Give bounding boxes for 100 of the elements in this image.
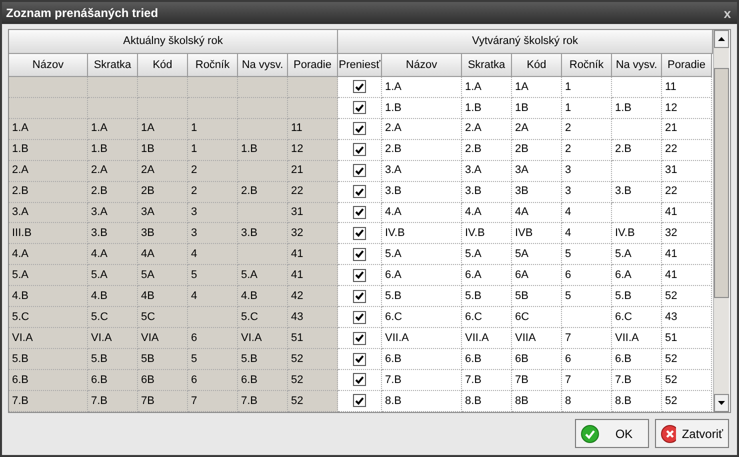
column-header[interactable]: Preniesť — [338, 54, 382, 77]
table-cell — [612, 76, 662, 98]
table-cell: 11 — [288, 118, 338, 140]
checkbox[interactable] — [353, 206, 366, 219]
column-header[interactable]: Skratka — [462, 54, 512, 77]
table-cell: 2.A — [462, 118, 512, 140]
table-cell: 5B — [512, 286, 562, 308]
table-cell: 52 — [288, 390, 338, 412]
scroll-up-button[interactable] — [714, 30, 729, 48]
table-cell: 6.A — [612, 265, 662, 286]
table-cell: 2.B — [612, 140, 662, 161]
table-cell: 31 — [662, 160, 712, 182]
checkbox[interactable] — [353, 290, 366, 303]
table-cell: 5 — [188, 349, 238, 370]
table-cell: III.B — [9, 223, 88, 244]
table-cell: VII.A — [462, 328, 512, 350]
table-cell: 2.B — [238, 182, 288, 202]
scroll-down-button[interactable] — [714, 394, 729, 412]
table-cell: 1B — [512, 98, 562, 119]
column-header[interactable]: Na vysv. — [238, 54, 288, 77]
table-cell: 52 — [662, 390, 712, 412]
table-cell: 3.A — [9, 202, 88, 224]
column-header[interactable]: Názov — [382, 54, 462, 77]
column-header[interactable]: Ročník — [562, 54, 612, 77]
table-cell: 1.A — [382, 76, 462, 98]
table-cell: 41 — [288, 265, 338, 286]
scroll-thumb[interactable] — [714, 68, 729, 298]
checkbox[interactable] — [353, 164, 366, 178]
table-cell: 6 — [188, 370, 238, 391]
table-cell — [188, 98, 238, 119]
checkbox[interactable] — [353, 143, 366, 156]
close-button[interactable]: Zatvoriť — [655, 419, 729, 448]
checkbox[interactable] — [353, 80, 366, 94]
checkbox[interactable] — [353, 310, 366, 324]
checkbox[interactable] — [353, 394, 366, 408]
table-cell: 5.A — [9, 265, 88, 286]
close-button[interactable]: x — [722, 6, 733, 20]
checkbox[interactable] — [353, 185, 366, 198]
table-cell: VI.A — [238, 328, 288, 350]
table-cell: 8.B — [612, 390, 662, 412]
table-cell: 7.B — [462, 370, 512, 391]
column-header[interactable]: Kód — [512, 54, 562, 77]
table-cell: 4.A — [382, 202, 462, 224]
table-cell: 6.B — [612, 349, 662, 370]
table-cell: 1B — [138, 140, 188, 161]
table-cell: 2 — [562, 140, 612, 161]
checkbox[interactable] — [353, 332, 366, 345]
table-cell — [138, 98, 188, 119]
table-cell: 2.A — [9, 160, 88, 182]
table-cell: 41 — [662, 265, 712, 286]
column-header[interactable]: Poradie — [288, 54, 338, 77]
table-cell: 52 — [662, 349, 712, 370]
table-cell: 6 — [562, 265, 612, 286]
table-cell — [238, 202, 288, 224]
table-cell: IV.B — [382, 223, 462, 244]
ok-button[interactable]: OK — [575, 419, 649, 448]
table-cell: 5.A — [462, 244, 512, 266]
table-cell: 3B — [512, 182, 562, 202]
table-cell: 11 — [662, 76, 712, 98]
checkbox[interactable] — [353, 352, 366, 366]
table-cell: 5.A — [238, 265, 288, 286]
column-header[interactable]: Názov — [9, 54, 88, 77]
table-cell: 21 — [662, 118, 712, 140]
table-cell — [88, 76, 138, 98]
table-cell: VIIA — [512, 328, 562, 350]
table-cell: 3.B — [382, 182, 462, 202]
table-cell: 7.B — [88, 390, 138, 412]
table-cell: 6.C — [462, 307, 512, 328]
close-icon — [661, 424, 676, 442]
column-header[interactable]: Ročník — [188, 54, 238, 77]
table-cell: 5.B — [88, 349, 138, 370]
table-cell: 5.B — [382, 286, 462, 308]
checkbox[interactable] — [353, 101, 366, 114]
table-cell: 51 — [288, 328, 338, 350]
table-cell: 5 — [562, 286, 612, 308]
table-cell: 3.B — [462, 182, 512, 202]
table-cell: 6B — [512, 349, 562, 370]
table-cell: 6.B — [88, 370, 138, 391]
table-cell: 6 — [562, 349, 612, 370]
table-cell: 6B — [138, 370, 188, 391]
column-header[interactable]: Na vysv. — [612, 54, 662, 77]
table-cell: 6.B — [382, 349, 462, 370]
checkbox[interactable] — [353, 248, 366, 261]
table-cell: 2 — [188, 160, 238, 182]
checkbox[interactable] — [353, 373, 366, 386]
column-header[interactable]: Skratka — [88, 54, 138, 77]
table-cell: 6.C — [612, 307, 662, 328]
table-cell: 3.A — [88, 202, 138, 224]
table-cell: 3.A — [382, 160, 462, 182]
table-cell: 1.A — [462, 76, 512, 98]
table-cell: 4A — [138, 244, 188, 266]
checkbox[interactable] — [353, 226, 366, 240]
checkbox[interactable] — [353, 268, 366, 282]
column-header[interactable]: Poradie — [662, 54, 712, 77]
table-cell: 4 — [562, 223, 612, 244]
table-cell: 52 — [288, 349, 338, 370]
column-header[interactable]: Kód — [138, 54, 188, 77]
table-cell — [612, 202, 662, 224]
table-cell: 1.B — [462, 98, 512, 119]
checkbox[interactable] — [353, 122, 366, 136]
